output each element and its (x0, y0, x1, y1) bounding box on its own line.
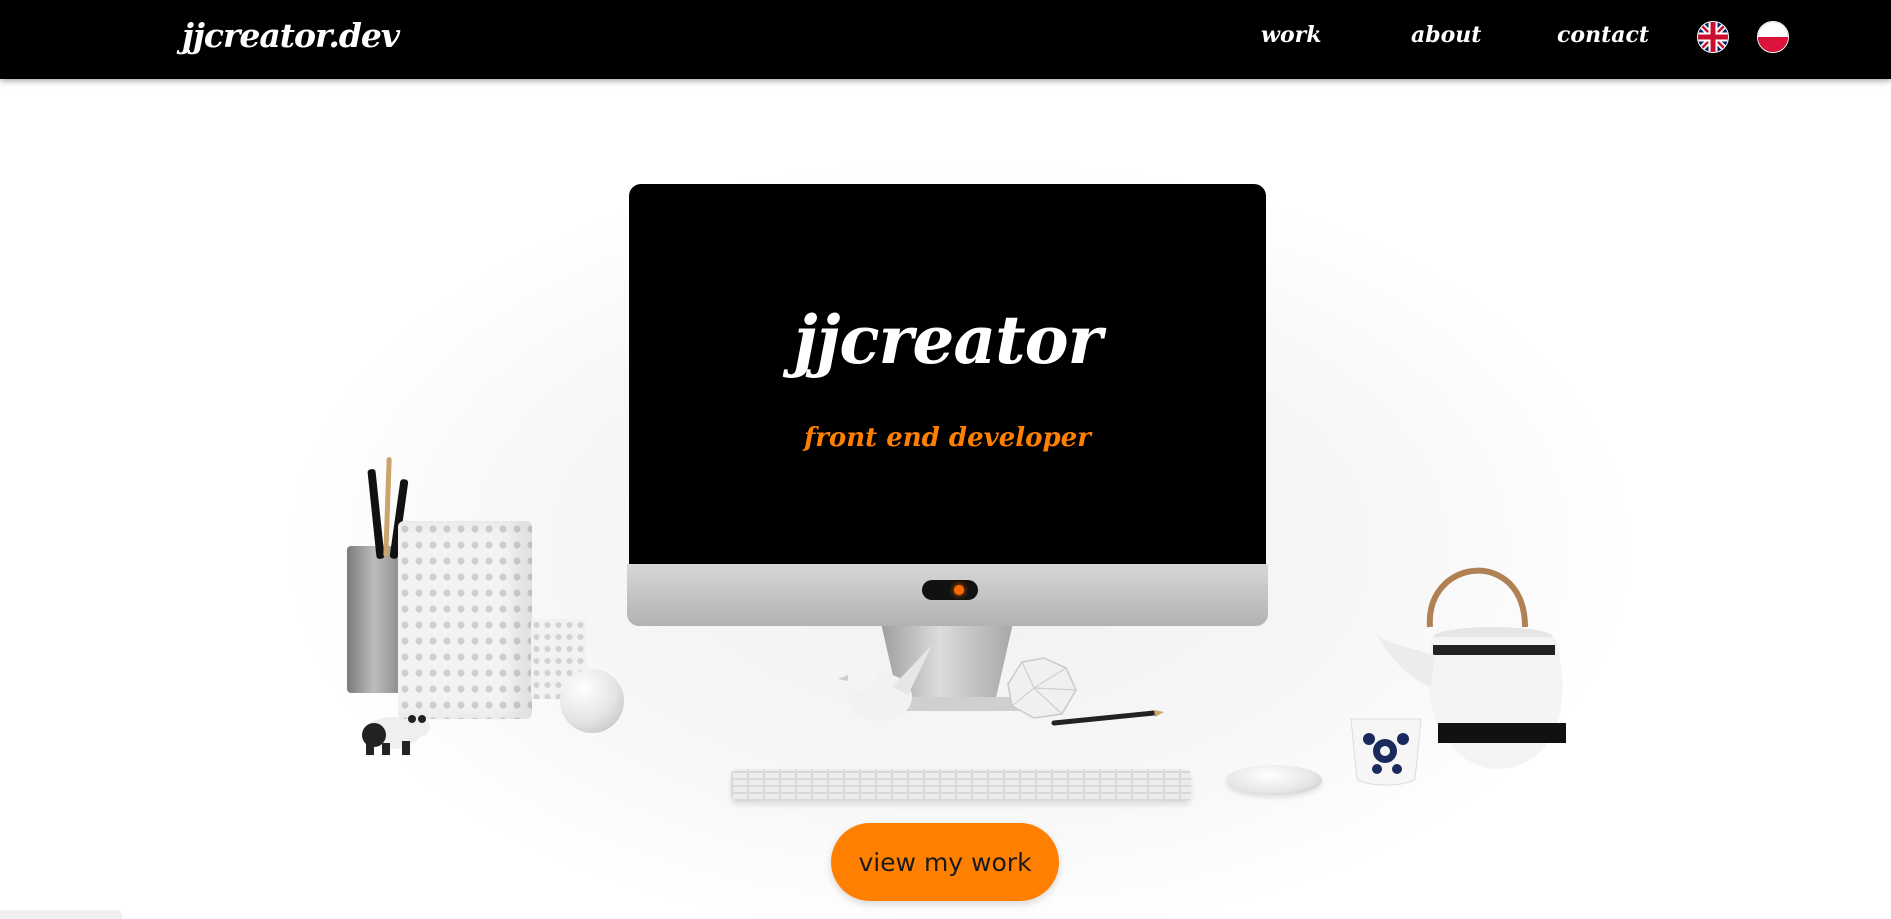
hero-section: jjcreator front end developer view my wo… (0, 79, 1891, 919)
monitor (627, 184, 1268, 626)
panda-figurine (362, 715, 430, 755)
uk-flag-graphic (1698, 22, 1728, 52)
view-my-work-button[interactable]: view my work (831, 823, 1059, 901)
top-navbar: jjcreator.dev work about contact (0, 0, 1891, 79)
webcam-light (954, 585, 964, 595)
floral-teacup (1350, 718, 1422, 786)
monitor-chin (627, 564, 1268, 626)
brand-logo-link[interactable]: jjcreator.dev (182, 16, 400, 55)
glass-sphere (560, 669, 624, 733)
keyboard (731, 769, 1191, 801)
nav-link-about[interactable]: about (1411, 22, 1481, 48)
mouse (1226, 765, 1322, 795)
poland-flag-graphic (1758, 22, 1788, 52)
webcam-icon (922, 580, 978, 600)
uk-flag-icon[interactable] (1697, 21, 1729, 53)
poland-flag-icon[interactable] (1757, 21, 1789, 53)
pencil (1051, 710, 1164, 726)
lantern-large (398, 521, 532, 719)
ceramic-bird (838, 645, 932, 721)
status-bar-hint (0, 910, 122, 919)
pencil-cup (347, 546, 401, 693)
hero-title: jjcreator (793, 301, 1103, 379)
nav-link-contact[interactable]: contact (1557, 22, 1649, 48)
nav-link-work[interactable]: work (1261, 22, 1321, 48)
hero-subtitle: front end developer (804, 423, 1091, 453)
